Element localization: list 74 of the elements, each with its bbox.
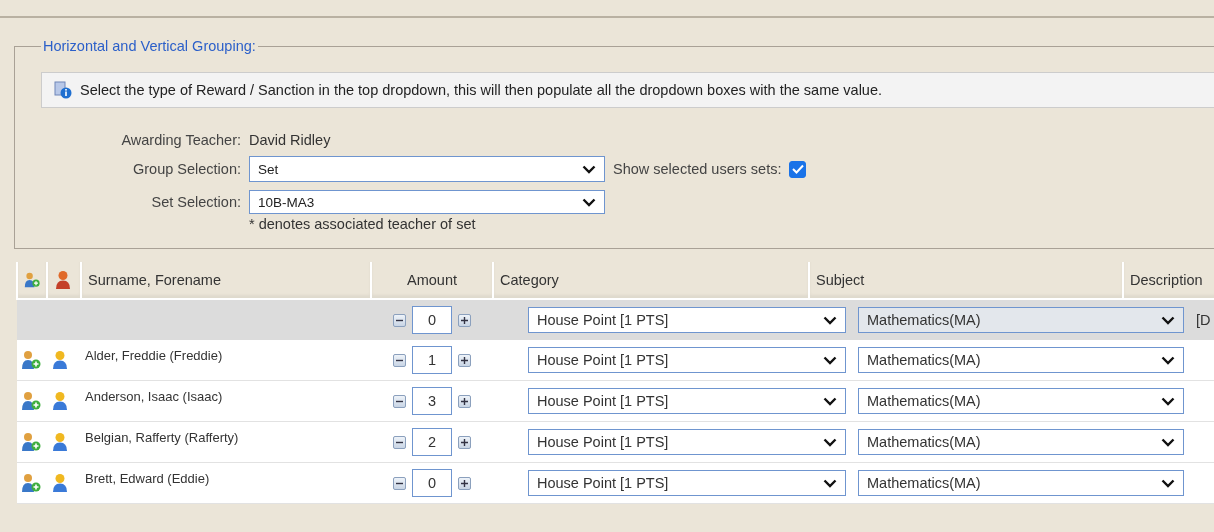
chevron-down-icon (823, 355, 837, 365)
person-add-icon[interactable] (21, 350, 41, 370)
category-dropdown[interactable]: House Point [1 PTS] (528, 470, 846, 496)
description-text: [D (1196, 312, 1211, 328)
plus-icon (461, 479, 468, 487)
plus-button[interactable] (458, 313, 471, 327)
chevron-down-icon (1161, 315, 1175, 325)
category-dropdown[interactable]: House Point [1 PTS] (528, 429, 846, 455)
chevron-down-icon (1161, 478, 1175, 488)
category-dropdown[interactable]: House Point [1 PTS] (528, 388, 846, 414)
subject-dropdown[interactable]: Mathematics(MA) (858, 347, 1184, 373)
minus-button[interactable] (393, 313, 406, 327)
chevron-down-icon (823, 396, 837, 406)
chevron-down-icon (1161, 437, 1175, 447)
subject-dropdown[interactable]: Mathematics(MA) (858, 470, 1184, 496)
note-text: * denotes associated teacher of set (249, 216, 477, 232)
student-name: Anderson, Isaac (Isaac) (85, 388, 224, 404)
person-icon[interactable] (51, 391, 69, 411)
chevron-down-icon (582, 164, 596, 174)
column-header: Description (1130, 272, 1203, 288)
amount-field[interactable]: 2 (412, 428, 452, 456)
subject-dropdown[interactable]: Mathematics(MA) (858, 429, 1184, 455)
plus-button[interactable] (458, 353, 471, 367)
person-add-icon[interactable] (24, 270, 40, 290)
chevron-down-icon (823, 437, 837, 447)
chevron-down-icon (823, 478, 837, 488)
person-icon[interactable] (54, 270, 72, 290)
subject-dropdown[interactable]: Mathematics(MA) (858, 388, 1184, 414)
amount-field[interactable]: 3 (412, 387, 452, 415)
column-header: Amount (407, 272, 457, 288)
checkbox[interactable] (789, 160, 807, 178)
chevron-down-icon (1161, 355, 1175, 365)
person-add-icon[interactable] (21, 473, 41, 493)
amount-field[interactable]: 1 (412, 346, 452, 374)
person-add-icon[interactable] (21, 391, 41, 411)
plus-icon (461, 356, 468, 364)
person-icon[interactable] (51, 350, 69, 370)
column-header: Subject (816, 272, 865, 288)
field-label: Set Selection: (151, 194, 241, 210)
chevron-down-icon (1161, 396, 1175, 406)
student-name: Alder, Freddie (Freddie) (85, 347, 224, 363)
plus-icon (461, 438, 468, 446)
person-icon[interactable] (51, 432, 69, 452)
chevron-down-icon (582, 197, 596, 207)
teacher-name: David Ridley (249, 132, 332, 148)
minus-button[interactable] (393, 435, 406, 449)
chevron-down-icon (823, 315, 837, 325)
minus-button[interactable] (393, 394, 406, 408)
plus-icon (461, 397, 468, 405)
field-label: Group Selection: (133, 161, 241, 177)
category-dropdown[interactable]: House Point [1 PTS] (528, 307, 846, 333)
group-title: Horizontal and Vertical Grouping: (42, 38, 257, 54)
student-name: Belgian, Rafferty (Rafferty) (85, 429, 240, 445)
column-header: Surname, Forename (88, 272, 221, 288)
column-header: Category (500, 272, 559, 288)
person-add-icon[interactable] (21, 432, 41, 452)
field-label: Awarding Teacher: (121, 132, 241, 148)
plus-button[interactable] (458, 394, 471, 408)
plus-button[interactable] (458, 476, 471, 490)
info-icon (54, 81, 72, 99)
subject-dropdown[interactable]: Mathematics(MA) (858, 307, 1184, 333)
class-dropdown[interactable]: 10B-MA3 (249, 190, 605, 214)
plus-button[interactable] (458, 435, 471, 449)
field-label: Show selected users sets: (613, 161, 782, 177)
minus-button[interactable] (393, 353, 406, 367)
amount-field[interactable]: 0 (412, 469, 452, 497)
minus-button[interactable] (393, 476, 406, 490)
person-icon[interactable] (51, 473, 69, 493)
student-name: Brett, Edward (Eddie) (85, 470, 211, 486)
category-dropdown[interactable]: House Point [1 PTS] (528, 347, 846, 373)
plus-icon (461, 316, 468, 324)
amount-field[interactable]: 0 (412, 306, 452, 334)
info-text: Select the type of Reward / Sanction in the top dropdown, this will then populate all the dropdown boxes with the same value. (80, 82, 882, 98)
group-dropdown[interactable]: Set (249, 156, 605, 182)
